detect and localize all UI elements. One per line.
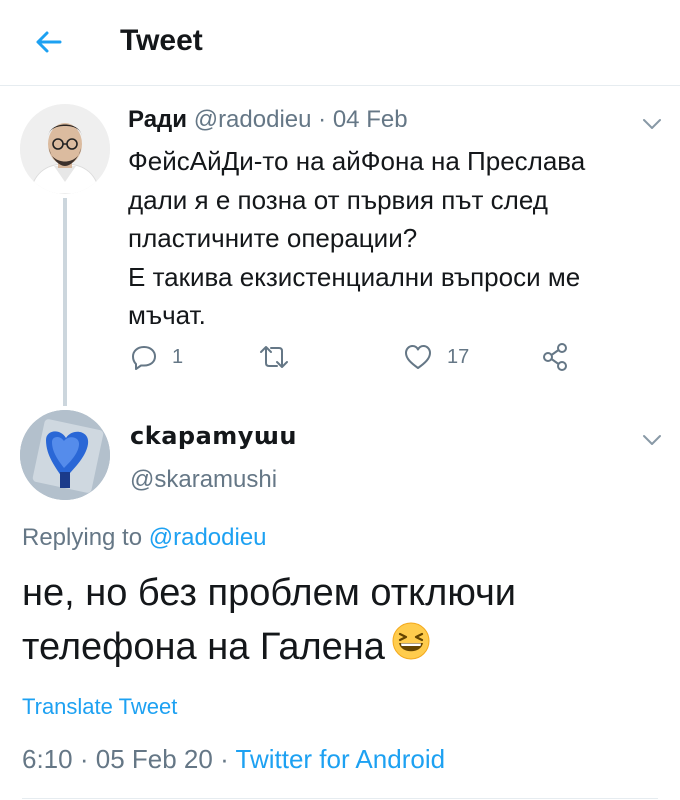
top-bar: Tweet	[0, 0, 680, 86]
tweet-text: не, но без проблем отключи телефона на Г…	[22, 566, 662, 676]
reply-button[interactable]: 1	[130, 340, 183, 374]
tweet-date[interactable]: 04 Feb	[333, 106, 408, 133]
thread-connector	[63, 198, 67, 406]
tweet-text: ФейсАйДи-то на айФона на Преслава дали я…	[128, 142, 658, 335]
tweet-menu-button[interactable]	[640, 112, 664, 136]
grinning-squinting-face-icon	[391, 621, 431, 676]
back-button[interactable]	[30, 24, 66, 60]
tweet-text-line: телефона на Галена	[22, 620, 662, 676]
replying-prefix: Replying to	[22, 524, 143, 551]
tweet-text-line: дали я е позна от първия път след	[128, 184, 548, 215]
chevron-down-icon	[643, 435, 661, 445]
tweet-date: 05 Feb 20	[95, 744, 213, 774]
share-icon	[543, 343, 567, 371]
translate-tweet-link[interactable]: Translate Tweet	[22, 694, 177, 720]
separator: ·	[220, 744, 229, 774]
tweet-text-line: Е такива екзистенциални въпроси ме	[128, 261, 581, 292]
replying-to: Replying to @radodieu	[22, 524, 267, 552]
author-handle[interactable]: @radodieu	[194, 106, 312, 133]
tweet-text-line: пластичните операции?	[128, 223, 418, 253]
mention-link[interactable]: @radodieu	[149, 524, 267, 551]
author-name[interactable]: Ради	[128, 106, 187, 133]
arrow-left-icon	[36, 31, 62, 53]
tweet-menu-button[interactable]	[640, 428, 664, 452]
author-name[interactable]: ckapamyɯu	[130, 422, 297, 450]
source-link[interactable]: Twitter for Android	[236, 744, 446, 774]
retweet-button[interactable]	[258, 340, 290, 374]
profile-photo-icon	[20, 410, 110, 500]
heart-icon	[405, 345, 431, 369]
tweet-meta: 6:10 · 05 Feb 20 · Twitter for Android	[22, 744, 445, 775]
avatar[interactable]	[20, 410, 110, 500]
tweet-text-line: ФейсАйДи-то на айФона на Преслава	[128, 146, 586, 176]
author-handle[interactable]: @skaramushi	[130, 466, 277, 494]
reply-icon	[132, 346, 156, 370]
separator: ·	[79, 744, 89, 774]
like-count: 17	[447, 345, 470, 368]
chevron-down-icon	[643, 119, 661, 129]
reply-count: 1	[172, 345, 184, 368]
tweet-time: 6:10	[22, 744, 73, 774]
like-button[interactable]: 17	[403, 340, 469, 374]
tweet-text-line: не, но без проблем отключи	[22, 572, 517, 614]
tweet-text-line-content: телефона на Галена	[22, 626, 385, 668]
page-title: Tweet	[120, 24, 203, 57]
share-button[interactable]	[540, 340, 570, 374]
tweet-header: Ради @radodieu · 04 Feb	[128, 106, 408, 134]
retweet-icon	[260, 346, 288, 368]
divider	[22, 798, 658, 799]
avatar[interactable]	[20, 104, 110, 194]
profile-photo-icon	[20, 104, 110, 194]
tweet-text-line: мъчат.	[128, 300, 206, 330]
separator: ·	[318, 106, 327, 133]
